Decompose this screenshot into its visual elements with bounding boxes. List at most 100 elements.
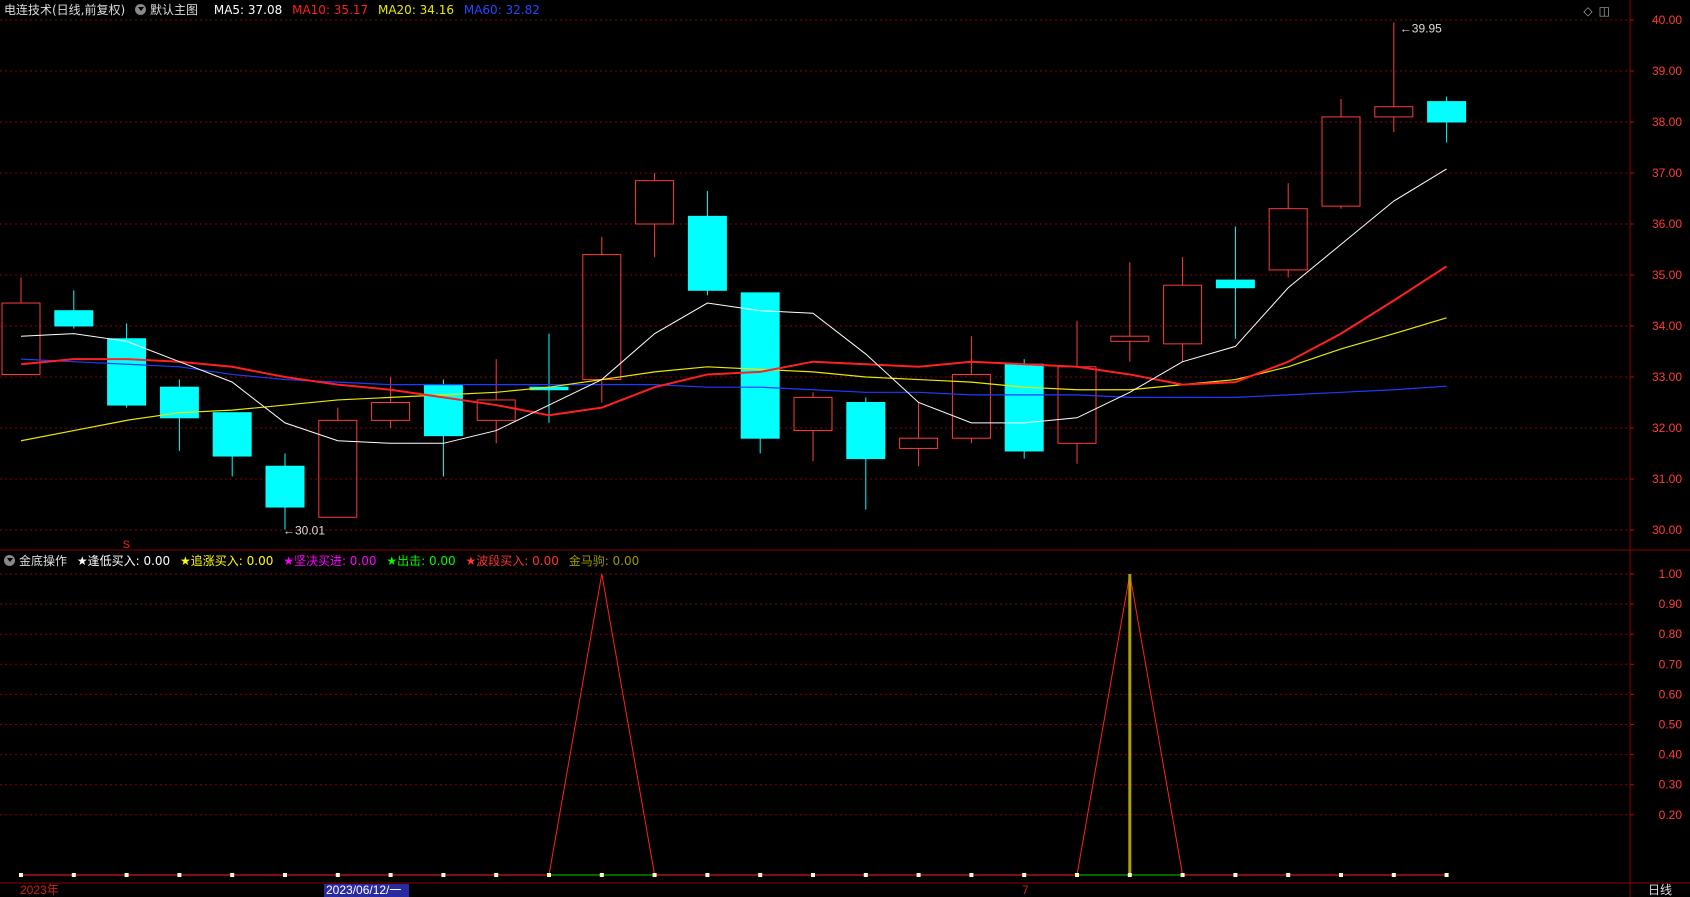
signal-dot — [494, 873, 499, 877]
candle-body — [1215, 279, 1255, 289]
signal-dot — [124, 873, 129, 877]
chevron-down-icon[interactable] — [4, 555, 15, 566]
candle — [1427, 96, 1467, 143]
indicator-axis: 1.00 0.90 0.80 0.70 0.60 0.50 0.40 0.30 0.20 — [1630, 567, 1682, 822]
indicator-tick-label: 1.00 — [1659, 567, 1683, 581]
ma60-label: MA60: 32.82 — [463, 3, 540, 17]
signal-dot — [811, 873, 815, 877]
candle-body — [265, 465, 305, 508]
sell-marker: S — [123, 539, 130, 551]
signal-red-line — [21, 573, 1447, 876]
candle — [1057, 320, 1097, 464]
x-axis-labels: 2023年 2023/06/12/一 7 日线 — [20, 883, 1672, 897]
signal-dot — [863, 873, 868, 877]
low-price-label: ←30.01 — [283, 523, 325, 537]
month-label: 7 — [1022, 883, 1029, 897]
price-tick-label: 40.00 — [1652, 13, 1682, 27]
indicator-tick-label: 0.70 — [1659, 657, 1683, 671]
chevron-down-icon[interactable] — [135, 4, 147, 15]
indicator-tick-label: 0.50 — [1659, 718, 1683, 732]
candle — [318, 407, 358, 518]
indicator-tick-label: 0.80 — [1659, 627, 1683, 641]
main-chart-dropdown[interactable]: 默认主图 — [135, 3, 204, 17]
price-tick-label: 33.00 — [1652, 370, 1682, 384]
candle — [1268, 183, 1308, 278]
ma-lines — [20, 168, 1448, 444]
ma20-label: MA20: 34.16 — [377, 3, 455, 17]
indicator-tick-label: 0.30 — [1659, 778, 1683, 792]
candle-body — [423, 384, 463, 437]
main-chart-label: 默认主图 — [150, 3, 199, 17]
indicator-tick-label: 0.40 — [1659, 748, 1683, 762]
price-tick-label: 35.00 — [1652, 268, 1682, 282]
price-axis: 40.00 39.00 38.00 37.00 36.00 35.00 34.00 33.00… — [1630, 13, 1682, 537]
signal-dot — [1444, 873, 1449, 877]
indicator-tick-label: 0.60 — [1659, 687, 1683, 701]
signal-dot — [19, 873, 23, 877]
candle-body — [687, 215, 727, 291]
candle — [635, 173, 675, 258]
diamond-icon[interactable]: ◇ — [1583, 4, 1592, 18]
candle — [951, 336, 991, 444]
cursor-date-label: 2023/06/12/一 — [326, 883, 401, 897]
candle — [212, 412, 252, 477]
indicator-item: 金马驹: 0.00 — [568, 554, 640, 568]
candle — [1004, 359, 1044, 459]
stock-title[interactable]: 电连技术(日线,前复权) — [4, 3, 125, 17]
signal-dot — [1233, 873, 1238, 877]
candle-body — [212, 412, 252, 457]
signal-dot — [283, 873, 287, 877]
indicator-tick-label: 0.20 — [1659, 808, 1683, 822]
signal-dot — [705, 873, 710, 877]
indicator-series — [19, 573, 1449, 877]
candle-body — [1163, 284, 1203, 345]
candle-body — [318, 419, 358, 518]
candle-body — [846, 402, 886, 460]
signal-dot — [599, 873, 604, 877]
candle-body — [740, 292, 780, 439]
candle — [1163, 257, 1203, 362]
year-label: 2023年 — [20, 883, 59, 897]
candle — [54, 290, 94, 329]
candle-body — [1057, 366, 1097, 444]
candle-body — [1004, 363, 1044, 452]
candle-body — [1427, 101, 1467, 123]
price-tick-label: 38.00 — [1652, 115, 1682, 129]
price-tick-label: 37.00 — [1652, 166, 1682, 180]
price-tick-label: 39.00 — [1652, 64, 1682, 78]
price-tick-label: 31.00 — [1652, 472, 1682, 486]
indicator-header: 金底操作 ★逢低买入: 0.00 ★追涨买入: 0.00 ★坚决买进: 0.00… — [4, 553, 645, 569]
signal-dot — [1339, 873, 1343, 877]
price-tick-label: 30.00 — [1652, 523, 1682, 537]
candlestick-series — [1, 22, 1467, 530]
high-price-label: ←39.95 — [1400, 22, 1442, 36]
indicator-item: ★出击: 0.00 — [386, 554, 456, 568]
signal-dot — [1127, 873, 1132, 877]
candle-body — [899, 437, 939, 449]
signal-dot — [335, 873, 340, 877]
kline-chart[interactable]: 40.00 39.00 38.00 37.00 36.00 35.00 34.00 33.00… — [0, 0, 1690, 897]
candle — [265, 453, 305, 530]
candle-body — [1268, 208, 1308, 271]
signal-dot — [1022, 873, 1027, 877]
candle — [1110, 262, 1150, 362]
signal-dot — [916, 873, 921, 877]
indicator-name[interactable]: 金底操作 — [19, 554, 67, 568]
candle-body — [107, 338, 147, 406]
candle-body — [793, 396, 833, 432]
candle-body — [54, 310, 94, 327]
indicator-tick-label: 0.90 — [1659, 597, 1683, 611]
candle — [793, 392, 833, 462]
signal-dot — [547, 873, 551, 877]
signal-dot — [758, 873, 763, 877]
signal-dot — [1286, 873, 1291, 877]
candle-body — [1374, 106, 1414, 118]
window-toggle-icon[interactable]: ◫ — [1599, 4, 1610, 18]
candle — [1374, 22, 1414, 133]
candle — [899, 402, 939, 467]
candle — [846, 397, 886, 510]
price-tick-label: 34.00 — [1652, 319, 1682, 333]
signal-dot — [1180, 873, 1185, 877]
signal-dot — [177, 873, 182, 877]
ma5-line — [20, 168, 1447, 444]
